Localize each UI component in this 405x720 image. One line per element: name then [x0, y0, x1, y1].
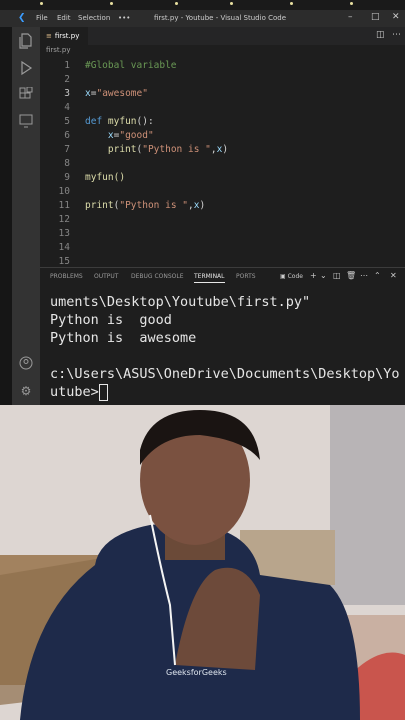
split-terminal-icon[interactable]: ◫: [333, 271, 341, 280]
terminal-line: c:\Users\ASUS\OneDrive\Documents\Desktop…: [50, 366, 400, 382]
terminal-prompt-line: utube>: [50, 383, 108, 401]
code-text-print-inner: print("Python is ",x): [107, 144, 229, 155]
activity-bar: ⚙: [12, 27, 40, 407]
code-text: #Global variable: [85, 60, 177, 71]
window-title: first.py - Youtube - Visual Studio Code: [154, 14, 287, 22]
left-edge-strip: [0, 27, 12, 407]
menu-selection[interactable]: Selection: [78, 14, 110, 22]
run-debug-icon[interactable]: [18, 60, 34, 76]
code-editor[interactable]: 1 #Global variable 2 3 x="awesome" 4 5 def …: [40, 60, 405, 267]
manage-gear-icon[interactable]: ⚙: [18, 383, 34, 399]
code-text-call: myfun(): [85, 172, 126, 183]
minimize-icon[interactable]: –: [348, 12, 353, 22]
presenter-webcam-video: GeeksforGeeks: [0, 405, 405, 720]
files-icon[interactable]: [18, 33, 34, 49]
line-number: 3: [64, 88, 70, 99]
terminal-profile-label: Code: [287, 273, 303, 280]
code-line: 3 x="awesome": [40, 88, 405, 101]
python-file-icon: ≡: [46, 32, 52, 40]
code-text-def: def myfun():: [85, 116, 154, 127]
code-line: 14: [40, 242, 405, 255]
line-number: 8: [64, 158, 70, 169]
account-icon[interactable]: [18, 356, 34, 372]
line-number: 2: [64, 74, 70, 85]
code-text-x-awesome: x="awesome": [85, 88, 148, 99]
terminal-cursor: [98, 383, 108, 401]
menu-edit[interactable]: Edit: [57, 14, 71, 22]
line-number: 6: [64, 130, 70, 141]
split-editor-icon[interactable]: ◫: [376, 30, 385, 40]
line-number: 14: [58, 242, 70, 253]
code-line: 5 def myfun():: [40, 116, 405, 129]
presenter-illustration: GeeksforGeeks: [0, 405, 405, 720]
more-icon[interactable]: ⋯: [360, 271, 368, 280]
terminal-line: uments\Desktop\Youtube\first.py": [50, 294, 311, 310]
trash-icon[interactable]: 🗑: [346, 271, 356, 280]
tab-first-py[interactable]: ≡ first.py: [40, 27, 88, 45]
editor-tab-bar: ≡ first.py ◫ ⋯: [40, 27, 405, 45]
new-terminal-icon[interactable]: +: [310, 271, 317, 280]
code-line: 4: [40, 102, 405, 115]
close-icon[interactable]: ✕: [392, 12, 400, 22]
terminal-prompt: utube>: [50, 384, 99, 400]
tab-output[interactable]: OUTPUT: [94, 273, 118, 280]
terminal-line: Python is awesome: [50, 330, 197, 346]
extensions-icon[interactable]: [18, 86, 34, 103]
code-line: 9 myfun(): [40, 172, 405, 185]
maximize-icon[interactable]: □: [371, 12, 380, 22]
terminal-icon: ▣: [280, 273, 286, 280]
terminal-line: Python is good: [50, 312, 172, 328]
code-text-print-outer: print("Python is ",x): [85, 200, 206, 211]
panel-tab-bar: PROBLEMS OUTPUT DEBUG CONSOLE TERMINAL P…: [40, 267, 405, 284]
code-line: 13: [40, 228, 405, 241]
line-number: 9: [64, 172, 70, 183]
menu-more[interactable]: •••: [118, 14, 130, 22]
more-actions-icon[interactable]: ⋯: [392, 30, 401, 40]
code-line: 7 print("Python is ",x): [40, 144, 405, 157]
vscode-window: ❮ File Edit Selection ••• first.py - You…: [0, 10, 405, 407]
vscode-logo-icon: ❮: [18, 13, 26, 23]
tab-label: first.py: [54, 32, 80, 40]
code-line: 12: [40, 214, 405, 227]
line-number: 10: [58, 186, 70, 197]
title-bar: ❮ File Edit Selection ••• first.py - You…: [0, 10, 405, 27]
line-number: 15: [58, 256, 70, 267]
close-panel-icon[interactable]: ✕: [390, 271, 397, 280]
terminal-output[interactable]: uments\Desktop\Youtube\first.py" Python …: [50, 293, 405, 407]
maximize-panel-icon[interactable]: ⌃: [374, 271, 381, 280]
line-number: 12: [58, 214, 70, 225]
chevron-down-icon[interactable]: ⌄: [320, 271, 327, 280]
code-text-x-good: x="good": [107, 130, 154, 141]
line-number: 13: [58, 228, 70, 239]
top-decoration-strip: [0, 0, 405, 10]
tab-ports[interactable]: PORTS: [236, 273, 256, 280]
remote-explorer-icon[interactable]: [18, 114, 34, 130]
code-line: 6 x="good": [40, 130, 405, 143]
line-number: 4: [64, 102, 70, 113]
terminal-profile[interactable]: ▣ Code: [280, 273, 303, 280]
line-number: 1: [64, 60, 70, 71]
code-line: 8: [40, 158, 405, 171]
line-number: 11: [58, 200, 70, 211]
code-line: 10: [40, 186, 405, 199]
code-line: 2: [40, 74, 405, 87]
line-number: 7: [64, 144, 70, 155]
code-line: 11 print("Python is ",x): [40, 200, 405, 213]
shirt-logo-text: GeeksforGeeks: [166, 668, 227, 677]
breadcrumb: first.py: [40, 46, 71, 58]
menu-file[interactable]: File: [36, 14, 48, 22]
code-line: 1 #Global variable: [40, 60, 405, 73]
tab-debug-console[interactable]: DEBUG CONSOLE: [131, 273, 184, 280]
line-number: 5: [64, 116, 70, 127]
breadcrumb-item[interactable]: first.py: [46, 46, 71, 54]
tab-problems[interactable]: PROBLEMS: [50, 273, 83, 280]
tab-terminal[interactable]: TERMINAL: [194, 273, 225, 283]
